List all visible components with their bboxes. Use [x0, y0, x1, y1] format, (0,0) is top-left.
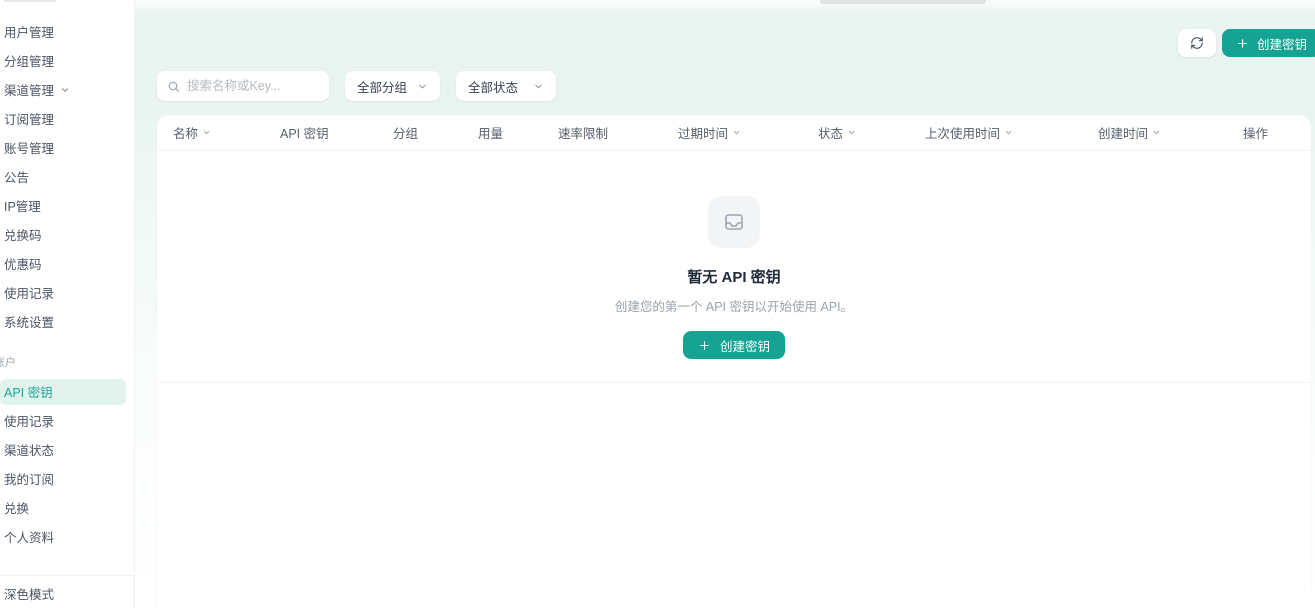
sort-chevron-icon — [732, 128, 741, 137]
sidebar-item-label: 优惠码 — [4, 254, 42, 273]
column-header-status[interactable]: 状态 — [818, 123, 925, 142]
sidebar-item-label: 个人资料 — [4, 527, 54, 546]
sidebar-item-label: 使用记录 — [4, 283, 54, 302]
search-input[interactable] — [187, 79, 319, 93]
api-keys-table-card: 名称 API 密钥 分组 用量 速率限制 过期时间 — [157, 115, 1311, 608]
sort-chevron-icon — [1004, 128, 1013, 137]
create-key-button[interactable]: 创建密钥 — [1222, 29, 1315, 57]
refresh-icon — [1190, 36, 1204, 50]
column-header-group: 分组 — [393, 123, 478, 142]
page: 用户管理 分组管理 渠道管理 订阅管理 账号管理 公告 IP管理 兑换码 优惠码 — [0, 0, 1315, 608]
sidebar-item-announcement[interactable]: 公告 — [0, 162, 134, 191]
column-header-expiry-time[interactable]: 过期时间 — [678, 123, 818, 142]
sidebar-spacer — [0, 551, 134, 575]
sort-chevron-icon — [202, 128, 211, 137]
sidebar-item-redeem-code[interactable]: 兑换码 — [0, 220, 134, 249]
sidebar-divider — [0, 575, 134, 576]
sidebar-account-group: API 密钥 使用记录 渠道状态 我的订阅 兑换 个人资料 — [0, 377, 134, 551]
group-filter-select[interactable]: 全部分组 — [345, 71, 440, 101]
column-header-api-key: API 密钥 — [280, 123, 393, 142]
table-header-row: 名称 API 密钥 分组 用量 速率限制 过期时间 — [157, 115, 1311, 151]
empty-state-description: 创建您的第一个 API 密钥以开始使用 API。 — [615, 296, 853, 315]
sidebar-item-label: 分组管理 — [4, 51, 54, 70]
sidebar-item-label: 账号管理 — [4, 138, 54, 157]
sidebar-item-label: IP管理 — [4, 196, 41, 215]
sort-chevron-icon — [1152, 128, 1161, 137]
empty-state-icon-box — [708, 196, 760, 248]
filter-bar: 全部分组 全部状态 — [157, 71, 556, 101]
sidebar-item-channel-status[interactable]: 渠道状态 — [0, 435, 134, 464]
sidebar-item-system-settings[interactable]: 系统设置 — [0, 307, 134, 336]
sort-chevron-icon — [847, 128, 856, 137]
sidebar-item-profile[interactable]: 个人资料 — [0, 522, 134, 551]
sidebar-item-label: 兑换 — [4, 498, 29, 517]
sidebar-item-subscription-management[interactable]: 订阅管理 — [0, 104, 134, 133]
column-header-last-used-time[interactable]: 上次使用时间 — [925, 123, 1098, 142]
sidebar-item-api-keys[interactable]: API 密钥 — [0, 379, 126, 405]
plus-icon — [698, 339, 711, 352]
column-header-rate-limit: 速率限制 — [558, 123, 678, 142]
search-icon — [167, 80, 180, 93]
column-label: 名称 — [173, 123, 198, 142]
inbox-icon — [722, 210, 746, 234]
sidebar-item-label: 用户管理 — [4, 22, 54, 41]
sidebar-item-group-management[interactable]: 分组管理 — [0, 46, 134, 75]
sidebar-item-label: 渠道状态 — [4, 440, 54, 459]
status-filter-select[interactable]: 全部状态 — [456, 71, 556, 101]
create-key-button-label: 创建密钥 — [1257, 34, 1307, 53]
sidebar-item-ip-management[interactable]: IP管理 — [0, 191, 134, 220]
column-label: 速率限制 — [558, 123, 608, 142]
column-label: 创建时间 — [1098, 123, 1148, 142]
column-header-created-time[interactable]: 创建时间 — [1098, 123, 1243, 142]
sidebar-section-account: 账户 — [0, 354, 134, 368]
sidebar-item-label: 系统设置 — [4, 312, 54, 331]
column-label: API 密钥 — [280, 123, 329, 142]
sidebar-item-label: 订阅管理 — [4, 109, 54, 128]
empty-create-key-button-label: 创建密钥 — [720, 336, 770, 355]
sidebar-item-account-management[interactable]: 账号管理 — [0, 133, 134, 162]
top-edge-artifact — [820, 0, 986, 4]
sidebar-item-user-management[interactable]: 用户管理 — [0, 17, 134, 46]
sidebar-item-label: 兑换码 — [4, 225, 42, 244]
column-header-name[interactable]: 名称 — [173, 123, 280, 142]
toolbar: 创建密钥 — [1178, 29, 1311, 57]
sidebar-item-label: 渠道管理 — [4, 80, 54, 99]
sidebar-item-channel-management[interactable]: 渠道管理 — [0, 75, 134, 104]
sidebar-item-label: API 密钥 — [4, 382, 53, 401]
column-label: 操作 — [1243, 123, 1268, 142]
plus-icon — [1236, 37, 1249, 50]
sidebar-item-label: 深色模式 — [4, 584, 54, 603]
sidebar-item-coupon-code[interactable]: 优惠码 — [0, 249, 134, 278]
column-label: 过期时间 — [678, 123, 728, 142]
column-label: 用量 — [478, 123, 503, 142]
sidebar-item-label: 公告 — [4, 167, 29, 186]
sidebar-item-label: 我的订阅 — [4, 469, 54, 488]
chevron-down-icon — [417, 81, 428, 92]
status-filter-value: 全部状态 — [468, 77, 518, 96]
column-header-usage: 用量 — [478, 123, 558, 142]
empty-state-title: 暂无 API 密钥 — [687, 266, 780, 287]
group-filter-value: 全部分组 — [357, 77, 407, 96]
sidebar-item-usage-log-admin[interactable]: 使用记录 — [0, 278, 134, 307]
column-header-actions: 操作 — [1243, 123, 1295, 142]
chevron-down-icon — [533, 81, 544, 92]
empty-create-key-button[interactable]: 创建密钥 — [683, 331, 785, 359]
sidebar-item-usage-log[interactable]: 使用记录 — [0, 406, 134, 435]
column-label: 上次使用时间 — [925, 123, 1000, 142]
refresh-button[interactable] — [1178, 29, 1216, 57]
column-label: 分组 — [393, 123, 418, 142]
sidebar-item-label: 使用记录 — [4, 411, 54, 430]
empty-state: 暂无 API 密钥 创建您的第一个 API 密钥以开始使用 API。 创建密钥 — [157, 151, 1311, 383]
sidebar: 用户管理 分组管理 渠道管理 订阅管理 账号管理 公告 IP管理 兑换码 优惠码 — [0, 0, 135, 608]
chevron-down-icon — [60, 85, 70, 95]
column-label: 状态 — [818, 123, 843, 142]
sidebar-item-dark-mode[interactable]: 深色模式 — [0, 579, 134, 608]
search-box — [157, 71, 329, 101]
main-content: 创建密钥 全部分组 全部状态 — [135, 0, 1315, 608]
sidebar-item-my-subscription[interactable]: 我的订阅 — [0, 464, 134, 493]
sidebar-top-divider — [4, 0, 56, 2]
sidebar-item-redeem[interactable]: 兑换 — [0, 493, 134, 522]
